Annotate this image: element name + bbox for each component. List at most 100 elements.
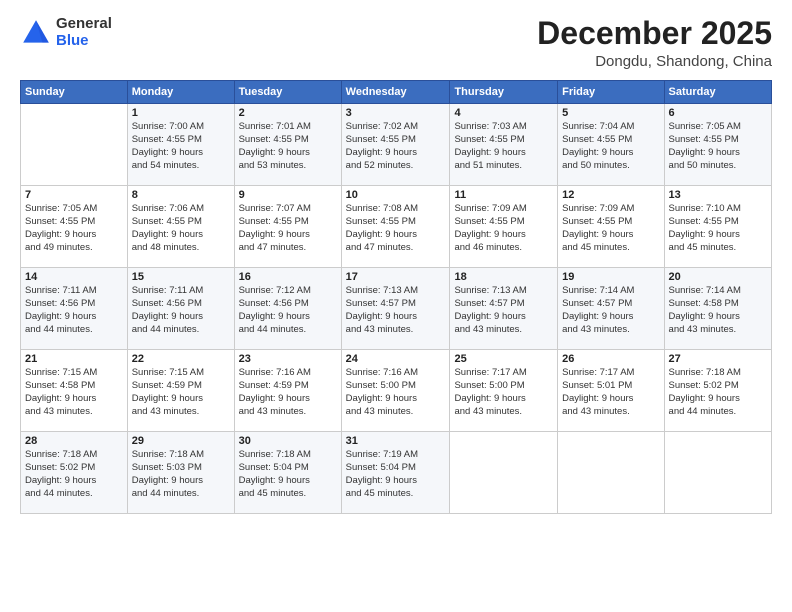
day-info: Sunrise: 7:19 AM Sunset: 5:04 PM Dayligh…	[346, 449, 446, 500]
day-info: Sunrise: 7:18 AM Sunset: 5:02 PM Dayligh…	[669, 367, 767, 418]
calendar-header-row: Sunday Monday Tuesday Wednesday Thursday…	[21, 81, 772, 104]
table-cell: 16 Sunrise: 7:12 AM Sunset: 4:56 PM Dayli…	[234, 268, 341, 350]
day-number: 29	[132, 435, 230, 447]
table-cell	[21, 104, 128, 186]
day-number: 8	[132, 189, 230, 201]
day-info: Sunrise: 7:14 AM Sunset: 4:57 PM Dayligh…	[562, 285, 659, 336]
day-info: Sunrise: 7:15 AM Sunset: 4:58 PM Dayligh…	[25, 367, 123, 418]
table-cell: 3 Sunrise: 7:02 AM Sunset: 4:55 PM Daylig…	[341, 104, 450, 186]
day-info: Sunrise: 7:13 AM Sunset: 4:57 PM Dayligh…	[454, 285, 553, 336]
day-info: Sunrise: 7:00 AM Sunset: 4:55 PM Dayligh…	[132, 121, 230, 172]
day-number: 5	[562, 107, 659, 119]
calendar-table: Sunday Monday Tuesday Wednesday Thursday…	[20, 80, 772, 514]
col-thursday: Thursday	[450, 81, 558, 104]
logo-blue-text: Blue	[56, 33, 112, 50]
table-cell	[664, 432, 771, 514]
table-cell: 17 Sunrise: 7:13 AM Sunset: 4:57 PM Dayli…	[341, 268, 450, 350]
day-info: Sunrise: 7:03 AM Sunset: 4:55 PM Dayligh…	[454, 121, 553, 172]
day-info: Sunrise: 7:01 AM Sunset: 4:55 PM Dayligh…	[239, 121, 337, 172]
day-info: Sunrise: 7:17 AM Sunset: 5:01 PM Dayligh…	[562, 367, 659, 418]
day-info: Sunrise: 7:10 AM Sunset: 4:55 PM Dayligh…	[669, 203, 767, 254]
day-number: 14	[25, 271, 123, 283]
logo-icon	[20, 17, 52, 49]
week-row-1: 1 Sunrise: 7:00 AM Sunset: 4:55 PM Daylig…	[21, 104, 772, 186]
day-info: Sunrise: 7:06 AM Sunset: 4:55 PM Dayligh…	[132, 203, 230, 254]
table-cell: 20Sunrise: 7:14 AM Sunset: 4:58 PM Dayli…	[664, 268, 771, 350]
day-number: 15	[132, 271, 230, 283]
day-number: 17	[346, 271, 446, 283]
day-number: 22	[132, 353, 230, 365]
logo: General Blue	[20, 16, 112, 49]
day-info: Sunrise: 7:18 AM Sunset: 5:04 PM Dayligh…	[239, 449, 337, 500]
col-wednesday: Wednesday	[341, 81, 450, 104]
day-info: Sunrise: 7:13 AM Sunset: 4:57 PM Dayligh…	[346, 285, 446, 336]
day-number: 30	[239, 435, 337, 447]
day-info: Sunrise: 7:18 AM Sunset: 5:03 PM Dayligh…	[132, 449, 230, 500]
day-number: 3	[346, 107, 446, 119]
day-info: Sunrise: 7:07 AM Sunset: 4:55 PM Dayligh…	[239, 203, 337, 254]
table-cell: 24 Sunrise: 7:16 AM Sunset: 5:00 PM Dayli…	[341, 350, 450, 432]
table-cell: 31Sunrise: 7:19 AM Sunset: 5:04 PM Dayli…	[341, 432, 450, 514]
table-cell: 30 Sunrise: 7:18 AM Sunset: 5:04 PM Dayli…	[234, 432, 341, 514]
day-number: 1	[132, 107, 230, 119]
table-cell: 27 Sunrise: 7:18 AM Sunset: 5:02 PM Dayli…	[664, 350, 771, 432]
col-monday: Monday	[127, 81, 234, 104]
col-saturday: Saturday	[664, 81, 771, 104]
table-cell: 1 Sunrise: 7:00 AM Sunset: 4:55 PM Daylig…	[127, 104, 234, 186]
day-info: Sunrise: 7:11 AM Sunset: 4:56 PM Dayligh…	[132, 285, 230, 336]
day-number: 9	[239, 189, 337, 201]
day-info: Sunrise: 7:16 AM Sunset: 4:59 PM Dayligh…	[239, 367, 337, 418]
day-info: Sunrise: 7:08 AM Sunset: 4:55 PM Dayligh…	[346, 203, 446, 254]
week-row-3: 14 Sunrise: 7:11 AM Sunset: 4:56 PM Dayli…	[21, 268, 772, 350]
table-cell: 7 Sunrise: 7:05 AM Sunset: 4:55 PM Daylig…	[21, 186, 128, 268]
day-info: Sunrise: 7:09 AM Sunset: 4:55 PM Dayligh…	[454, 203, 553, 254]
table-cell: 22 Sunrise: 7:15 AM Sunset: 4:59 PM Dayli…	[127, 350, 234, 432]
day-number: 11	[454, 189, 553, 201]
table-cell: 18 Sunrise: 7:13 AM Sunset: 4:57 PM Dayli…	[450, 268, 558, 350]
day-number: 18	[454, 271, 553, 283]
table-cell: 21 Sunrise: 7:15 AM Sunset: 4:58 PM Dayli…	[21, 350, 128, 432]
day-number: 23	[239, 353, 337, 365]
col-sunday: Sunday	[21, 81, 128, 104]
logo-general-text: General	[56, 16, 112, 33]
day-info: Sunrise: 7:16 AM Sunset: 5:00 PM Dayligh…	[346, 367, 446, 418]
day-info: Sunrise: 7:09 AM Sunset: 4:55 PM Dayligh…	[562, 203, 659, 254]
table-cell: 26 Sunrise: 7:17 AM Sunset: 5:01 PM Dayli…	[558, 350, 664, 432]
day-number: 16	[239, 271, 337, 283]
day-info: Sunrise: 7:05 AM Sunset: 4:55 PM Dayligh…	[669, 121, 767, 172]
day-info: Sunrise: 7:05 AM Sunset: 4:55 PM Dayligh…	[25, 203, 123, 254]
table-cell: 13 Sunrise: 7:10 AM Sunset: 4:55 PM Dayli…	[664, 186, 771, 268]
day-info: Sunrise: 7:15 AM Sunset: 4:59 PM Dayligh…	[132, 367, 230, 418]
day-number: 19	[562, 271, 659, 283]
day-number: 13	[669, 189, 767, 201]
day-info: Sunrise: 7:12 AM Sunset: 4:56 PM Dayligh…	[239, 285, 337, 336]
table-cell: 19 Sunrise: 7:14 AM Sunset: 4:57 PM Dayli…	[558, 268, 664, 350]
day-number: 4	[454, 107, 553, 119]
week-row-2: 7 Sunrise: 7:05 AM Sunset: 4:55 PM Daylig…	[21, 186, 772, 268]
day-number: 20	[669, 271, 767, 283]
col-tuesday: Tuesday	[234, 81, 341, 104]
day-info: Sunrise: 7:02 AM Sunset: 4:55 PM Dayligh…	[346, 121, 446, 172]
col-friday: Friday	[558, 81, 664, 104]
page-header: General Blue December 2025 Dongdu, Shand…	[20, 16, 772, 70]
table-cell: 12Sunrise: 7:09 AM Sunset: 4:55 PM Dayli…	[558, 186, 664, 268]
table-cell: 11 Sunrise: 7:09 AM Sunset: 4:55 PM Dayli…	[450, 186, 558, 268]
day-info: Sunrise: 7:04 AM Sunset: 4:55 PM Dayligh…	[562, 121, 659, 172]
table-cell: 2 Sunrise: 7:01 AM Sunset: 4:55 PM Daylig…	[234, 104, 341, 186]
table-cell: 4 Sunrise: 7:03 AM Sunset: 4:55 PM Daylig…	[450, 104, 558, 186]
table-cell	[558, 432, 664, 514]
day-number: 24	[346, 353, 446, 365]
day-number: 7	[25, 189, 123, 201]
day-info: Sunrise: 7:11 AM Sunset: 4:56 PM Dayligh…	[25, 285, 123, 336]
day-number: 2	[239, 107, 337, 119]
week-row-4: 21 Sunrise: 7:15 AM Sunset: 4:58 PM Dayli…	[21, 350, 772, 432]
table-cell	[450, 432, 558, 514]
table-cell: 23 Sunrise: 7:16 AM Sunset: 4:59 PM Dayli…	[234, 350, 341, 432]
table-cell: 25Sunrise: 7:17 AM Sunset: 5:00 PM Dayli…	[450, 350, 558, 432]
day-info: Sunrise: 7:17 AM Sunset: 5:00 PM Dayligh…	[454, 367, 553, 418]
day-number: 26	[562, 353, 659, 365]
day-number: 27	[669, 353, 767, 365]
day-number: 21	[25, 353, 123, 365]
table-cell: 6Sunrise: 7:05 AM Sunset: 4:55 PM Daylig…	[664, 104, 771, 186]
table-cell: 14 Sunrise: 7:11 AM Sunset: 4:56 PM Dayli…	[21, 268, 128, 350]
